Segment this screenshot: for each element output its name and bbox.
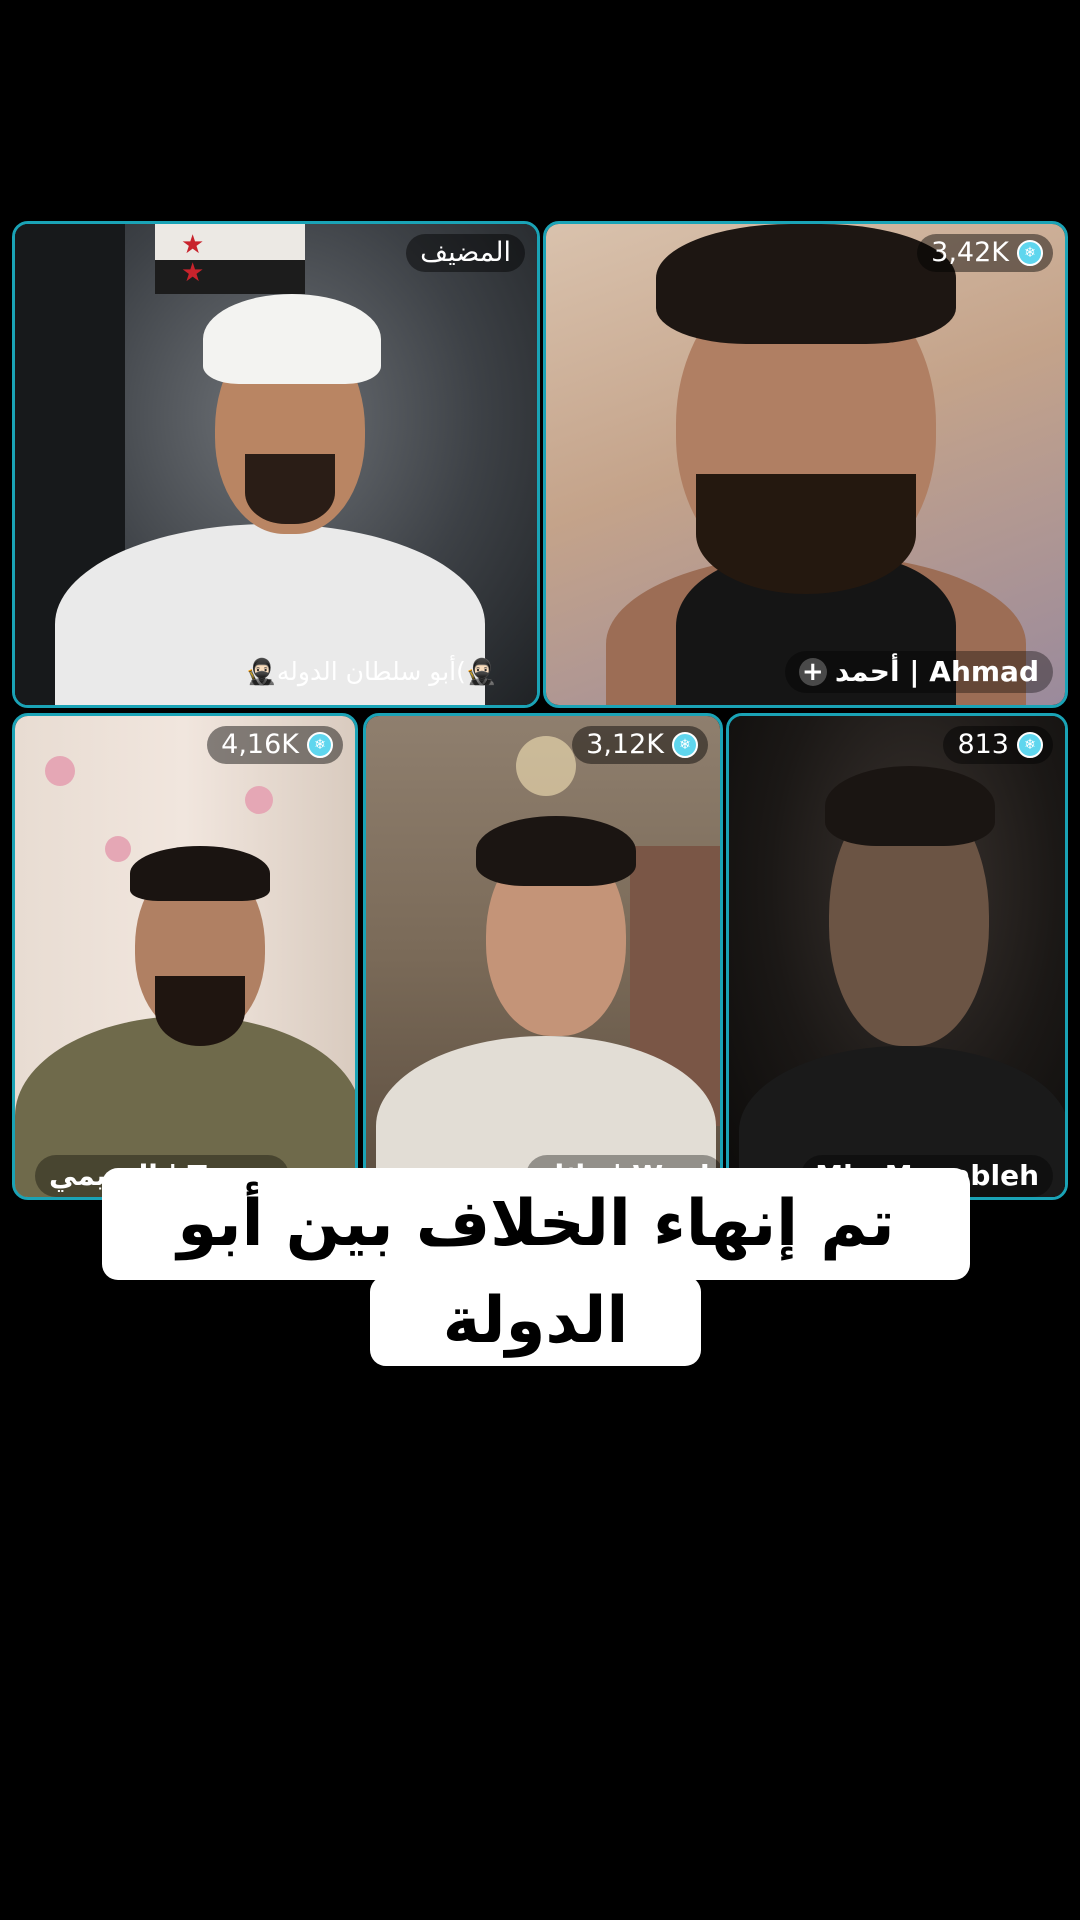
host-video-tile[interactable]: ★ ★ المضيف 🥷🏻أبو سلطان الدوله(🥷🏻: [12, 221, 540, 708]
guest-video-tile-maqableh[interactable]: 813 ❄ Mix_Maqableh: [726, 713, 1068, 1200]
participant-name-ahmad-text: أحمد | Ahmad: [834, 655, 1039, 688]
guest-count-badge-tareq: 4,16K ❄: [207, 726, 343, 764]
flag-decoration: ★ ★: [155, 224, 305, 294]
guest-count-wael: 3,12K: [586, 729, 664, 760]
guest-video-wael: [366, 716, 720, 1197]
guest-count-badge-maqableh: 813 ❄: [943, 726, 1053, 764]
snowflake-gem-icon: ❄: [1017, 732, 1043, 758]
snowflake-gem-icon: ❄: [1017, 240, 1043, 266]
plus-icon[interactable]: +: [798, 658, 827, 686]
snowflake-gem-icon: ❄: [672, 732, 698, 758]
guest-count-ahmad: 3,42K: [931, 237, 1009, 268]
snowflake-gem-icon: ❄: [307, 732, 333, 758]
guest-count-tareq: 4,16K: [221, 729, 299, 760]
participant-name-host: 🥷🏻أبو سلطان الدوله(🥷🏻: [232, 651, 511, 693]
participant-name-host-text: 🥷🏻أبو سلطان الدوله(🥷🏻: [245, 657, 497, 686]
host-video: ★ ★: [15, 224, 537, 705]
guest-video-ahmad: [546, 224, 1065, 705]
guest-video-tile-tareq[interactable]: 4,16K ❄ التميمي | Tareq: [12, 713, 358, 1200]
host-label: المضيف: [420, 237, 511, 268]
guest-video-tile-wael[interactable]: 3,12K ❄ وائل | Wael: [363, 713, 723, 1200]
guest-video-maqableh: [729, 716, 1065, 1197]
guest-count-badge-ahmad: 3,42K ❄: [917, 234, 1053, 272]
guest-video-tile-ahmad[interactable]: 3,42K ❄ + أحمد | Ahmad: [543, 221, 1068, 708]
host-label-badge: المضيف: [406, 234, 525, 272]
caption-line-1: تم إنهاء الخلاف بين أبو سلطان: [102, 1168, 970, 1373]
guest-count-badge-wael: 3,12K ❄: [572, 726, 708, 764]
guest-count-maqableh: 813: [957, 729, 1009, 760]
participant-name-ahmad: + أحمد | Ahmad: [784, 651, 1053, 693]
guest-video-tareq: [15, 716, 355, 1197]
caption-line-2: الدولة وائل: [370, 1276, 701, 1448]
